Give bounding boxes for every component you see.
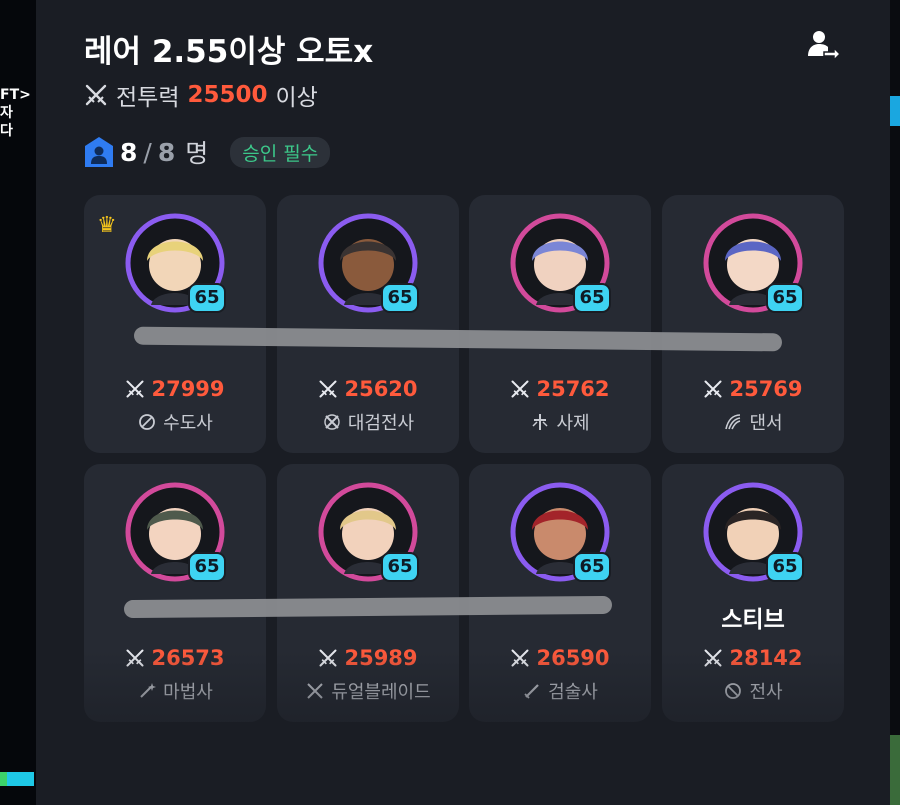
member-card[interactable]: ♛ 65 27999 수도사	[84, 195, 266, 453]
level-badge: 65	[188, 552, 226, 582]
member-count-current: 8	[120, 137, 138, 167]
member-card[interactable]: 65 26590 검술사	[469, 464, 651, 722]
class-name: 듀얼블레이드	[331, 682, 431, 703]
wand-icon	[140, 683, 157, 698]
crown-icon: ♛	[97, 213, 117, 238]
member-card[interactable]: 65 25620 대검전사	[277, 195, 459, 453]
dancer-icon	[725, 414, 741, 430]
approval-required-badge: 승인 필수	[230, 136, 331, 168]
requirement-suffix: 이상	[275, 85, 318, 111]
power-requirement: 전투력 25500 이상	[84, 78, 318, 112]
level-badge: 65	[766, 283, 804, 313]
power-value: 25989	[344, 646, 418, 670]
member-class: 댄서	[662, 409, 844, 435]
power-value: 25769	[729, 377, 803, 401]
crossed-swords-icon	[511, 380, 529, 398]
power-value: 26573	[151, 646, 225, 670]
member-card[interactable]: 65 25989 듀얼블레이드	[277, 464, 459, 722]
greatsword-icon	[324, 414, 340, 430]
member-power: 28142	[662, 646, 844, 670]
member-card[interactable]: 65 25762 사제	[469, 195, 651, 453]
warrior-icon	[725, 683, 742, 699]
sword-icon	[524, 684, 539, 699]
class-name: 전사	[749, 682, 783, 703]
member-count: 8 / 8 명 승인 필수	[84, 134, 331, 170]
level-badge: 65	[766, 552, 804, 582]
member-card[interactable]: 65 26573 마법사	[84, 464, 266, 722]
power-value: 27999	[151, 377, 225, 401]
member-name: 스티브	[721, 607, 785, 633]
class-name: 사제	[556, 413, 590, 434]
crossed-swords-icon	[85, 84, 107, 106]
crossed-swords-icon	[511, 649, 529, 667]
member-class: 검술사	[469, 678, 651, 704]
user-share-icon	[808, 31, 842, 62]
level-badge: 65	[573, 283, 611, 313]
class-name: 대검전사	[347, 413, 415, 434]
power-value: 26590	[536, 646, 610, 670]
requirement-value: 25500	[187, 82, 268, 108]
level-badge: 65	[381, 552, 419, 582]
member-class: 마법사	[84, 678, 266, 704]
member-power: 25769	[662, 377, 844, 401]
background-text-line: 자	[0, 105, 13, 121]
level-badge: 65	[573, 552, 611, 582]
member-card[interactable]: 65 스티브 28142 전사	[662, 464, 844, 722]
member-power: 26573	[84, 646, 266, 670]
background-accent	[890, 735, 900, 805]
power-value: 25762	[536, 377, 610, 401]
member-count-separator: /	[143, 137, 152, 167]
member-power: 27999	[84, 377, 266, 401]
crossed-swords-icon	[126, 649, 144, 667]
background-text: FT> 자 다	[0, 86, 31, 140]
power-value: 25620	[344, 377, 418, 401]
crossed-swords-icon	[704, 380, 722, 398]
class-name: 수도사	[163, 413, 213, 434]
background-progress-bar	[0, 772, 34, 786]
level-badge: 65	[381, 283, 419, 313]
member-power: 25620	[277, 377, 459, 401]
member-class: 대검전사	[277, 409, 459, 435]
background-accent	[890, 96, 900, 126]
member-power: 25989	[277, 646, 459, 670]
member-class: 전사	[662, 678, 844, 704]
party-title: 레어 2.55이상 오토x	[84, 34, 374, 70]
class-name: 마법사	[163, 682, 213, 703]
background-right-strip	[890, 0, 900, 805]
crossed-swords-icon	[319, 649, 337, 667]
background-left-strip: FT> 자 다	[0, 0, 36, 805]
member-count-max: 8	[157, 137, 176, 167]
member-count-unit: 명	[185, 139, 209, 168]
priest-icon	[532, 414, 548, 430]
member-power: 25762	[469, 377, 651, 401]
share-party-button[interactable]	[804, 28, 842, 64]
background-text-line: FT>	[0, 87, 31, 103]
requirement-label: 전투력	[116, 85, 180, 111]
power-value: 28142	[729, 646, 803, 670]
member-class: 듀얼블레이드	[277, 678, 459, 704]
level-badge: 65	[188, 283, 226, 313]
crossed-swords-icon	[126, 380, 144, 398]
member-power: 26590	[469, 646, 651, 670]
party-members-icon	[85, 137, 113, 167]
member-class: 사제	[469, 409, 651, 435]
member-class: 수도사	[84, 409, 266, 435]
crossed-swords-icon	[704, 649, 722, 667]
monk-icon	[139, 414, 156, 430]
class-name: 검술사	[548, 682, 598, 703]
party-detail-panel: 레어 2.55이상 오토x 전투력 25500 이상 8 / 8 명 승인 필수…	[36, 0, 890, 805]
member-card[interactable]: 65 25769 댄서	[662, 195, 844, 453]
dual-blade-icon	[307, 683, 324, 699]
class-name: 댄서	[749, 413, 783, 434]
crossed-swords-icon	[319, 380, 337, 398]
background-text-line: 다	[0, 123, 13, 139]
